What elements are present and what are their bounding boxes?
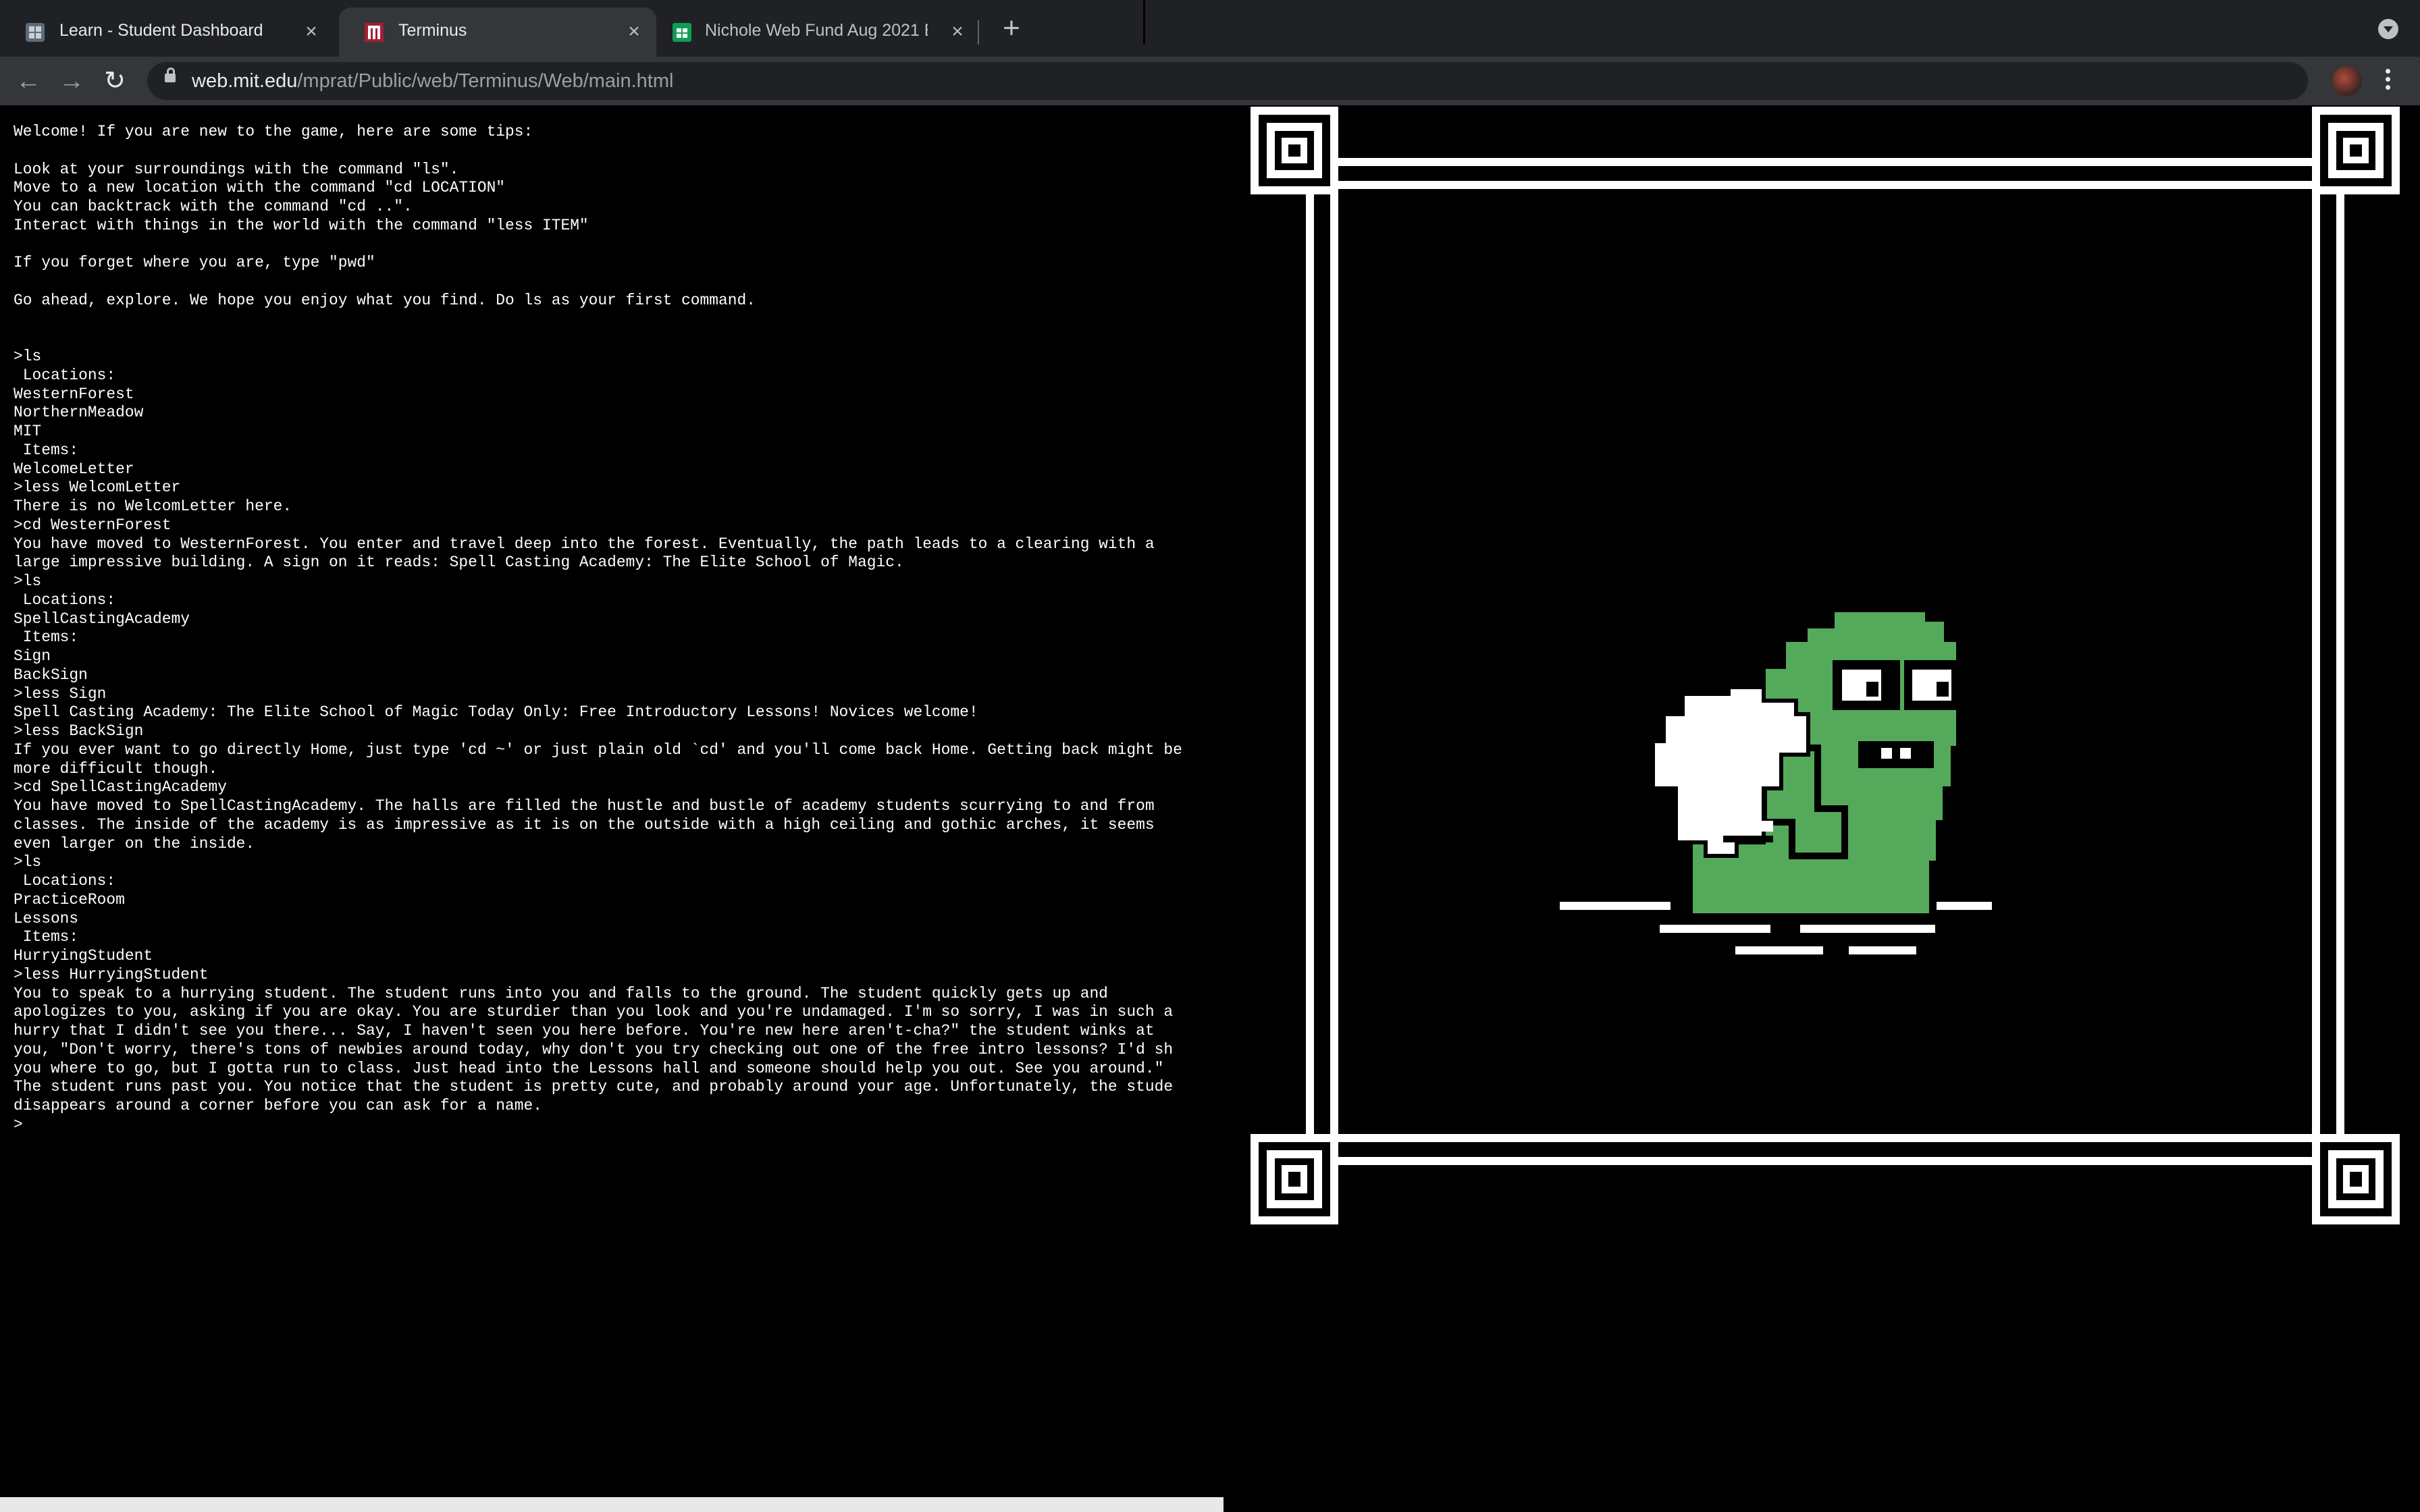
profile-avatar[interactable] bbox=[2332, 66, 2362, 96]
lock-icon[interactable] bbox=[165, 68, 176, 82]
sheets-favicon-icon bbox=[673, 23, 691, 42]
terminus-favicon-icon bbox=[365, 23, 384, 42]
url-path: /mprat/Public/web/Terminus/Web/main.html bbox=[297, 70, 674, 92]
new-tab-button[interactable]: + bbox=[995, 12, 1028, 45]
close-tab-icon[interactable]: × bbox=[622, 20, 646, 44]
frame-corner-bottom-right bbox=[2312, 1134, 2400, 1224]
url-text[interactable]: web.mit.edu/mprat/Public/web/Terminus/We… bbox=[192, 70, 673, 92]
tab-terminus[interactable]: Terminus × bbox=[339, 7, 656, 57]
tab-separator bbox=[978, 20, 979, 45]
tab-title: Nichole Web Fund Aug 2021 Ea bbox=[705, 21, 928, 40]
frame-corner-top-left bbox=[1251, 107, 1338, 194]
close-tab-icon[interactable]: × bbox=[299, 20, 323, 44]
frame-corner-bottom-left bbox=[1251, 1134, 1338, 1224]
location-art-panel bbox=[1251, 107, 2400, 1224]
tab-search-chevron-icon[interactable] bbox=[2378, 19, 2398, 39]
dashboard-favicon-icon bbox=[26, 23, 45, 42]
horizontal-scrollbar[interactable] bbox=[0, 1497, 1224, 1512]
close-tab-icon[interactable]: × bbox=[945, 20, 970, 44]
kebab-menu-icon[interactable] bbox=[2382, 66, 2393, 96]
browser-toolbar: ← → ↻ web.mit.edu/mprat/Public/web/Termi… bbox=[0, 57, 2420, 105]
terminal-panel[interactable]: Welcome! If you are new to the game, her… bbox=[0, 105, 1224, 1512]
tab-title: Terminus bbox=[398, 21, 467, 40]
tab-learn-student-dashboard[interactable]: Learn - Student Dashboard × bbox=[0, 7, 335, 57]
hurrying-student-sprite bbox=[1560, 608, 1992, 954]
url-host: web.mit.edu bbox=[192, 70, 298, 92]
tab-title: Learn - Student Dashboard bbox=[59, 21, 263, 40]
back-arrow-icon[interactable]: ← bbox=[12, 65, 45, 97]
tab-strip: Learn - Student Dashboard × Terminus × N… bbox=[0, 0, 2420, 57]
tab-nichole-web-fund[interactable]: Nichole Web Fund Aug 2021 Ea × bbox=[659, 7, 980, 57]
tab-strip-divider bbox=[1143, 0, 1145, 45]
terminal-output: Welcome! If you are new to the game, her… bbox=[14, 123, 1182, 1133]
reload-icon[interactable]: ↻ bbox=[99, 65, 131, 97]
frame-corner-top-right bbox=[2312, 107, 2400, 194]
address-bar[interactable]: web.mit.edu/mprat/Public/web/Terminus/We… bbox=[147, 62, 2308, 100]
forward-arrow-icon[interactable]: → bbox=[55, 65, 88, 97]
